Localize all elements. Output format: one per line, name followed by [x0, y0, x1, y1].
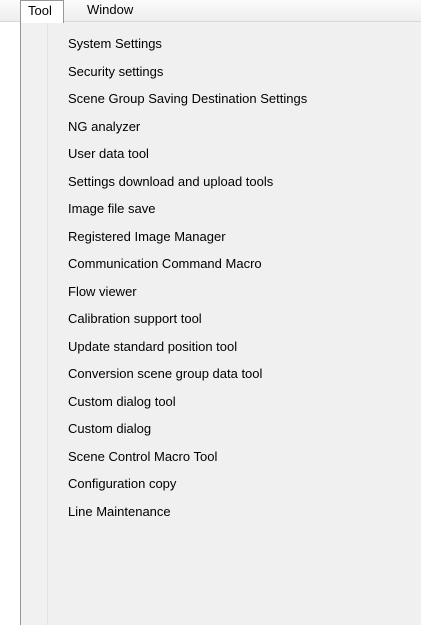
menu-item-custom-dialog[interactable]: Custom dialog — [21, 415, 421, 443]
menu-window-label: Window — [87, 2, 134, 17]
menu-bar: Tool Window — [0, 0, 421, 23]
menu-item-settings-download-upload-tools[interactable]: Settings download and upload tools — [21, 168, 421, 196]
menu-item-conversion-scene-group-data-tool[interactable]: Conversion scene group data tool — [21, 360, 421, 388]
menu-item-custom-dialog-tool[interactable]: Custom dialog tool — [21, 388, 421, 416]
menu-item-user-data-tool[interactable]: User data tool — [21, 140, 421, 168]
menu-item-security-settings[interactable]: Security settings — [21, 58, 421, 86]
menu-item-registered-image-manager[interactable]: Registered Image Manager — [21, 223, 421, 251]
tool-dropdown-menu: System Settings Security settings Scene … — [20, 22, 421, 625]
menu-tool-label: Tool — [28, 3, 52, 18]
menu-item-update-standard-position-tool[interactable]: Update standard position tool — [21, 333, 421, 361]
menu-item-line-maintenance[interactable]: Line Maintenance — [21, 498, 421, 526]
menu-item-flow-viewer[interactable]: Flow viewer — [21, 278, 421, 306]
menu-item-communication-command-macro[interactable]: Communication Command Macro — [21, 250, 421, 278]
menu-window[interactable]: Window — [77, 0, 133, 22]
menu-item-calibration-support-tool[interactable]: Calibration support tool — [21, 305, 421, 333]
menu-item-image-file-save[interactable]: Image file save — [21, 195, 421, 223]
menu-tool[interactable]: Tool — [20, 0, 64, 23]
menu-item-scene-control-macro-tool[interactable]: Scene Control Macro Tool — [21, 443, 421, 471]
menu-item-system-settings[interactable]: System Settings — [21, 30, 421, 58]
menu-item-configuration-copy[interactable]: Configuration copy — [21, 470, 421, 498]
menu-item-scene-group-saving-destination-settings[interactable]: Scene Group Saving Destination Settings — [21, 85, 421, 113]
menu-item-ng-analyzer[interactable]: NG analyzer — [21, 113, 421, 141]
